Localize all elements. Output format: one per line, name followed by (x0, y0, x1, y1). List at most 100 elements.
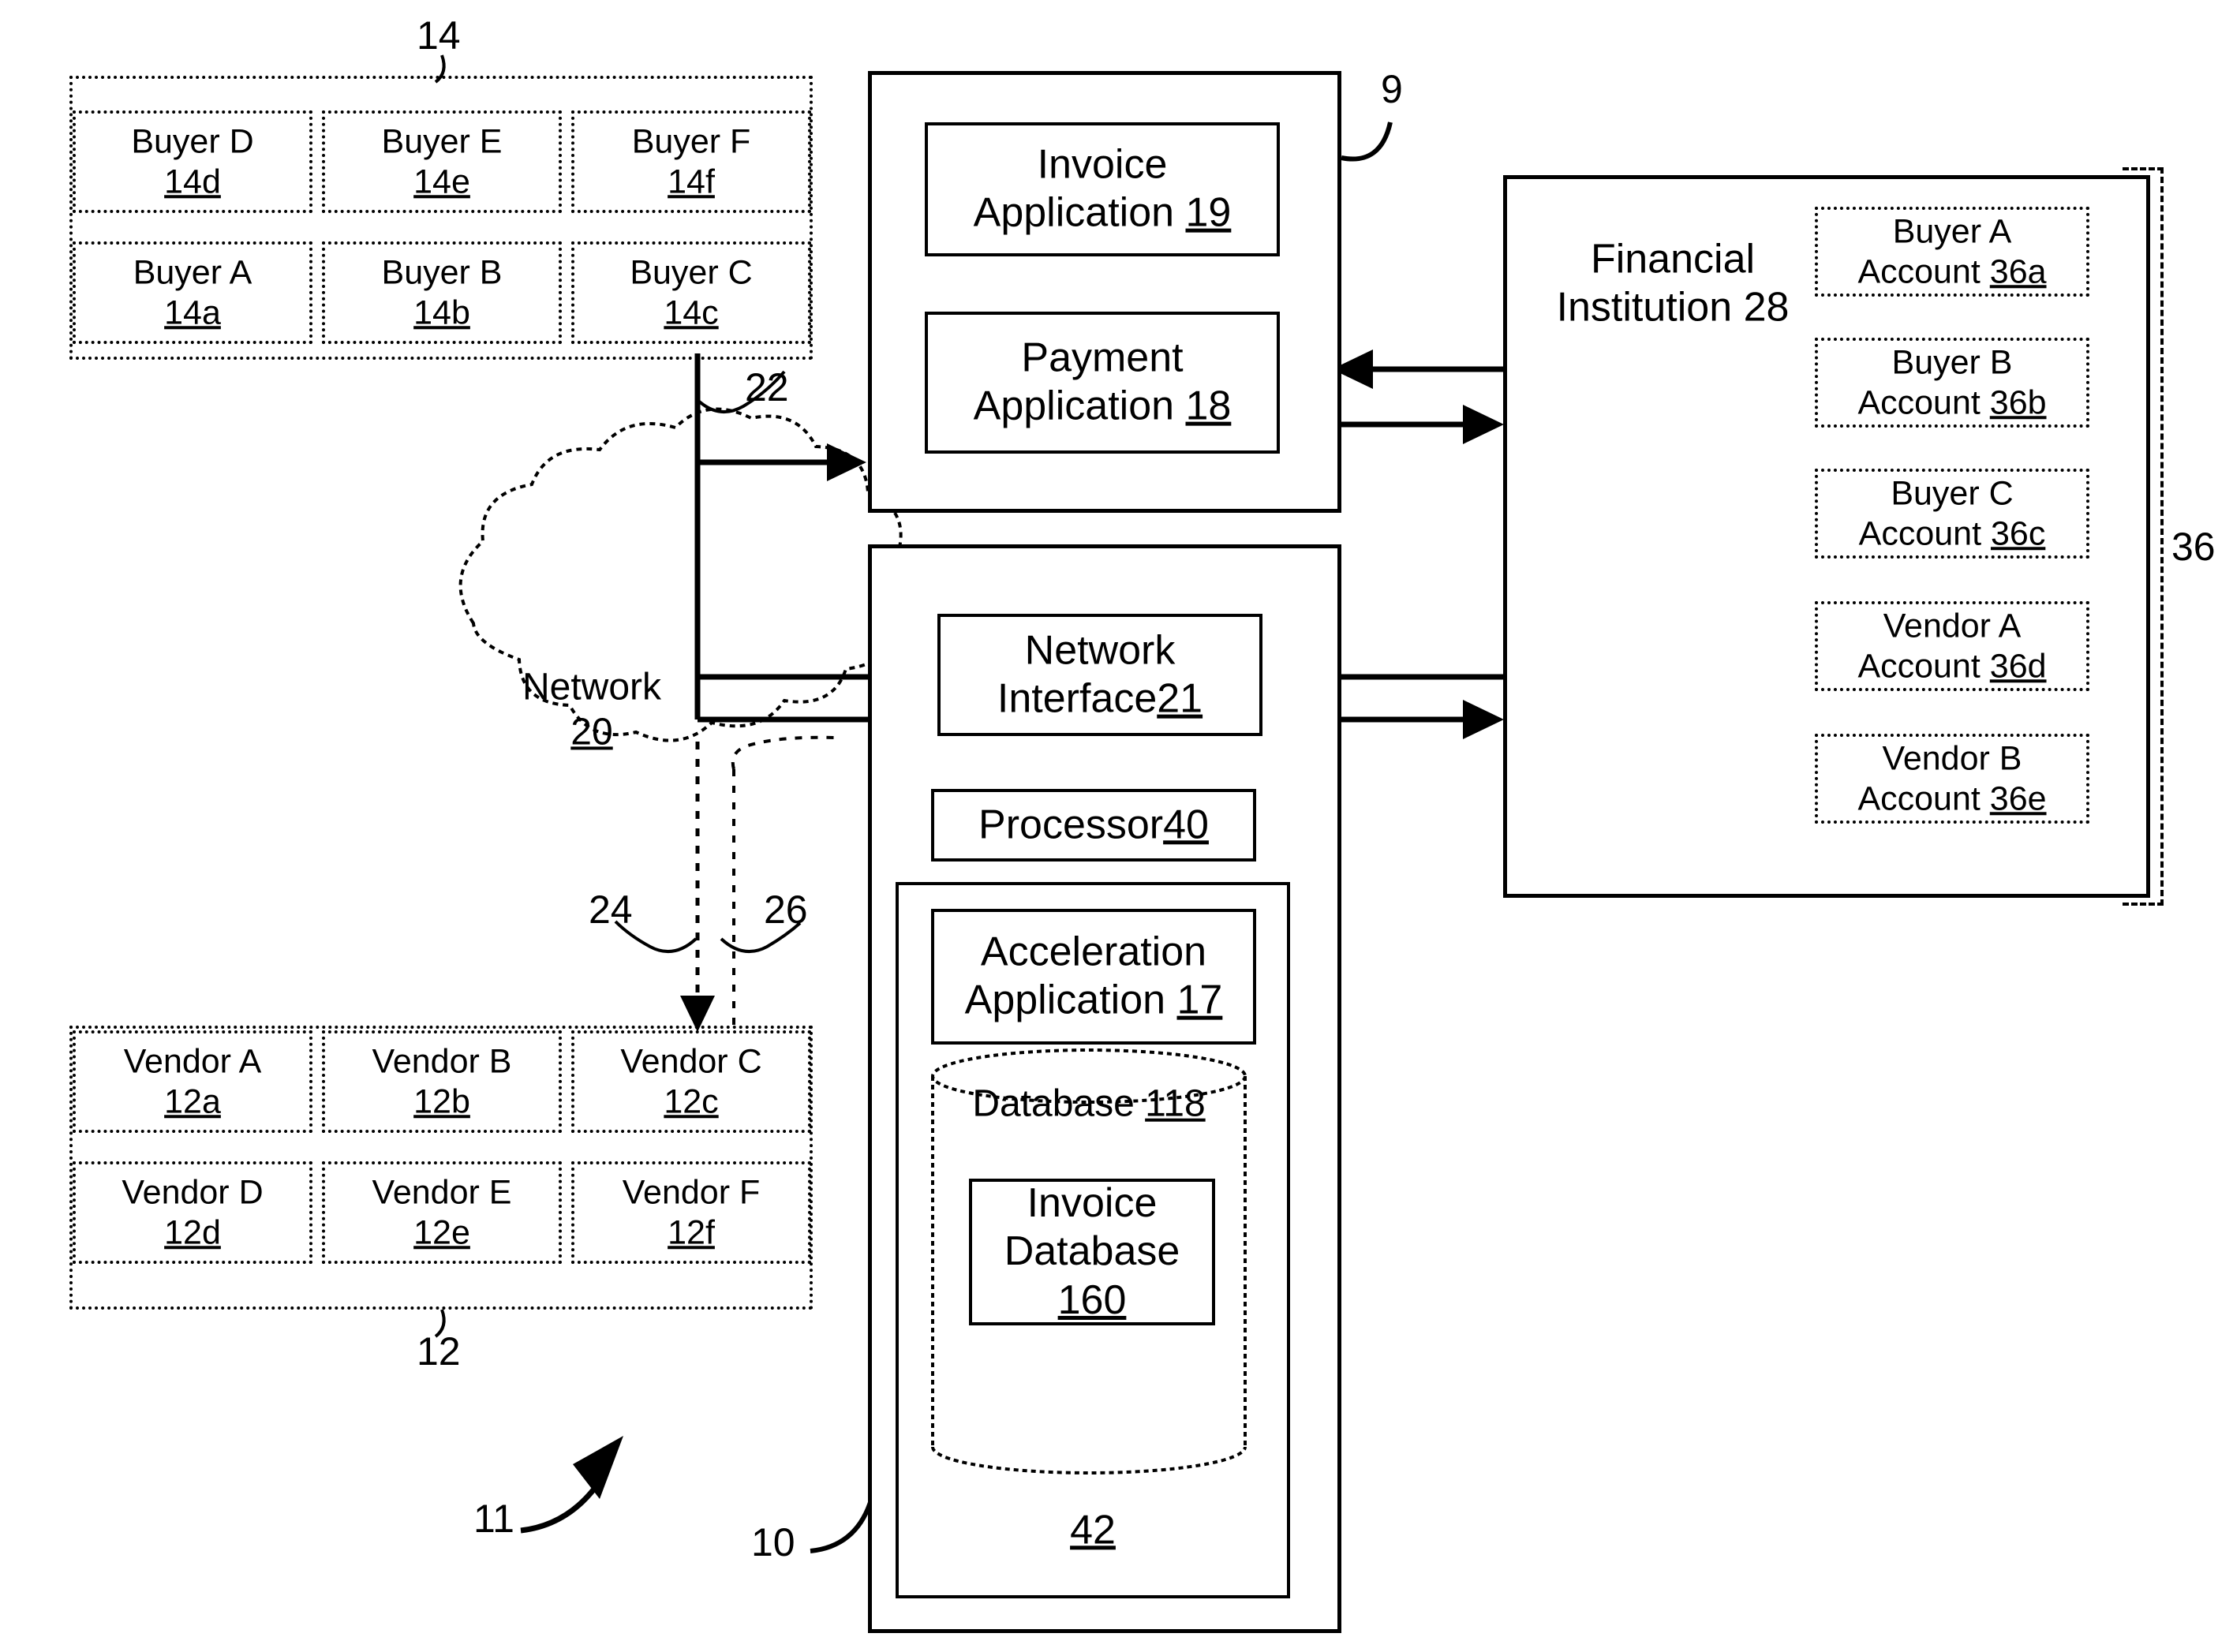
buyer-name: Buyer E (381, 122, 503, 161)
vendor-ref: 12c (664, 1082, 719, 1120)
account-card-36d[interactable]: Vendor A Account 36d (1815, 601, 2089, 691)
vendor-name: Vendor B (372, 1042, 512, 1081)
buyer-card-text: Buyer A 14a (76, 252, 309, 332)
network-cloud-text: Network 20 (473, 665, 710, 754)
invoice-database-ref: 160 (1057, 1276, 1127, 1323)
system-ref: 11 (473, 1497, 514, 1541)
database-ref: 118 (1145, 1082, 1206, 1125)
vendor-card-text: Vendor D 12d (76, 1172, 309, 1252)
buyer-ref: 14e (413, 163, 470, 200)
connector-platform-financial-institution (1332, 349, 1504, 444)
account-ref: 36e (1989, 779, 2047, 817)
buyer-ref: 14a (164, 293, 221, 331)
account-owner: Vendor A (1883, 607, 2022, 645)
buyer-card-14b[interactable]: Buyer B 14b (322, 241, 562, 344)
invoice-application-name: Invoice Application (973, 141, 1175, 236)
processor-ref: 40 (1163, 802, 1209, 848)
vendor-name: Vendor D (122, 1173, 264, 1212)
arrowhead-system-ref (573, 1436, 623, 1499)
platform-ref: 9 (1381, 67, 1403, 111)
vendor-card-text: Vendor A 12a (76, 1041, 309, 1121)
network-cloud-label: Network 20 (473, 663, 710, 757)
processor-box[interactable]: Processor40 (931, 789, 1256, 862)
invoice-database-text: Invoice Database 160 (972, 1179, 1212, 1325)
acceleration-application-text: Acceleration Application 17 (934, 929, 1253, 1026)
vendor-ref: 12f (668, 1213, 715, 1251)
leader-system-ref (520, 1467, 611, 1534)
payment-application-ref: 18 (1185, 383, 1232, 429)
processor-text: Processor40 (934, 801, 1253, 849)
vendor-card-12d[interactable]: Vendor D 12d (73, 1161, 312, 1264)
buyer-ref: 14d (164, 163, 221, 200)
account-owner: Buyer B (1891, 343, 2013, 382)
figure-canvas: 14 Buyer D 14d Buyer E 14e Buyer F 14f B… (0, 0, 2233, 1652)
buyer-card-14d[interactable]: Buyer D 14d (73, 110, 312, 213)
vendor-ref: 12e (413, 1213, 470, 1251)
buyer-card-text: Buyer D 14d (76, 121, 309, 201)
vendor-card-text: Vendor E 12e (325, 1172, 559, 1252)
invoice-application-ref: 19 (1185, 190, 1232, 236)
invoice-application-box[interactable]: Invoice Application 19 (925, 122, 1280, 256)
vendor-card-12e[interactable]: Vendor E 12e (322, 1161, 562, 1264)
financial-institution-label: Financial Institution 28 (1543, 229, 1803, 339)
buyer-name: Buyer C (630, 253, 753, 292)
connector-network-vendors (680, 735, 836, 1032)
account-ref: 36d (1989, 647, 2047, 685)
server-ref: 10 (751, 1520, 795, 1564)
network-name: Network (522, 666, 662, 708)
account-owner: Vendor B (1882, 739, 2022, 778)
buyer-card-14e[interactable]: Buyer E 14e (322, 110, 562, 213)
account-word: Account (1857, 779, 1981, 817)
account-ref: 36c (1990, 514, 2046, 552)
vendor-name: Vendor E (372, 1173, 512, 1212)
buyer-card-14f[interactable]: Buyer F 14f (571, 110, 811, 213)
buyer-ref: 14c (664, 293, 719, 331)
account-card-text: Buyer A Account 36a (1818, 211, 2086, 291)
account-card-text: Buyer C Account 36c (1818, 473, 2086, 553)
financial-institution-ref: 28 (1743, 285, 1790, 331)
acceleration-application-box[interactable]: Acceleration Application 17 (931, 909, 1256, 1045)
vendor-name: Vendor C (620, 1042, 762, 1081)
buyer-card-14a[interactable]: Buyer A 14a (73, 241, 312, 344)
buyer-card-text: Buyer C 14c (574, 252, 808, 332)
link-ref-22: 22 (745, 365, 789, 409)
account-ref: 36a (1989, 252, 2047, 290)
invoice-database-box[interactable]: Invoice Database 160 (969, 1179, 1215, 1325)
vendor-card-12c[interactable]: Vendor C 12c (571, 1030, 811, 1133)
vendor-ref: 12d (164, 1213, 221, 1251)
network-interface-text: Network Interface21 (941, 626, 1259, 723)
link-ref-24: 24 (589, 888, 633, 932)
buyer-card-14c[interactable]: Buyer C 14c (571, 241, 811, 344)
network-interface-ref: 21 (1157, 675, 1203, 722)
memory-ref-text: 42 (896, 1506, 1290, 1554)
buyer-name: Buyer D (131, 122, 254, 161)
buyer-ref: 14b (413, 293, 470, 331)
account-card-36e[interactable]: Vendor B Account 36e (1815, 734, 2089, 824)
network-ref: 20 (570, 711, 613, 753)
network-interface-box[interactable]: Network Interface21 (937, 614, 1262, 736)
vendor-card-12b[interactable]: Vendor B 12b (322, 1030, 562, 1133)
account-word: Account (1857, 252, 1981, 290)
financial-institution-text: Financial Institution 28 (1543, 236, 1803, 333)
invoice-application-text: Invoice Application 19 (928, 141, 1277, 238)
account-word: Account (1858, 514, 1982, 552)
account-owner: Buyer A (1892, 212, 2012, 251)
vendor-card-text: Vendor C 12c (574, 1041, 808, 1121)
acceleration-application-name: Acceleration Application (964, 929, 1207, 1023)
account-card-text: Vendor A Account 36d (1818, 606, 2086, 686)
database-label: Database 118 (927, 1081, 1251, 1128)
account-card-36a[interactable]: Buyer A Account 36a (1815, 207, 2089, 297)
link-ref-26: 26 (764, 888, 808, 932)
vendor-card-12a[interactable]: Vendor A 12a (73, 1030, 312, 1133)
payment-application-box[interactable]: Payment Application 18 (925, 312, 1280, 454)
vendor-card-12f[interactable]: Vendor F 12f (571, 1161, 811, 1264)
account-word: Account (1857, 647, 1981, 685)
vendor-card-text: Vendor B 12b (325, 1041, 559, 1121)
financial-institution-name: Financial Institution (1556, 236, 1756, 331)
invoice-database-name: Invoice Database (1004, 1179, 1180, 1275)
memory-ref: 42 (1070, 1507, 1116, 1553)
account-card-36c[interactable]: Buyer C Account 36c (1815, 469, 2089, 559)
account-card-36b[interactable]: Buyer B Account 36b (1815, 338, 2089, 428)
vendor-ref: 12b (413, 1082, 470, 1120)
buyer-card-text: Buyer E 14e (325, 121, 559, 201)
